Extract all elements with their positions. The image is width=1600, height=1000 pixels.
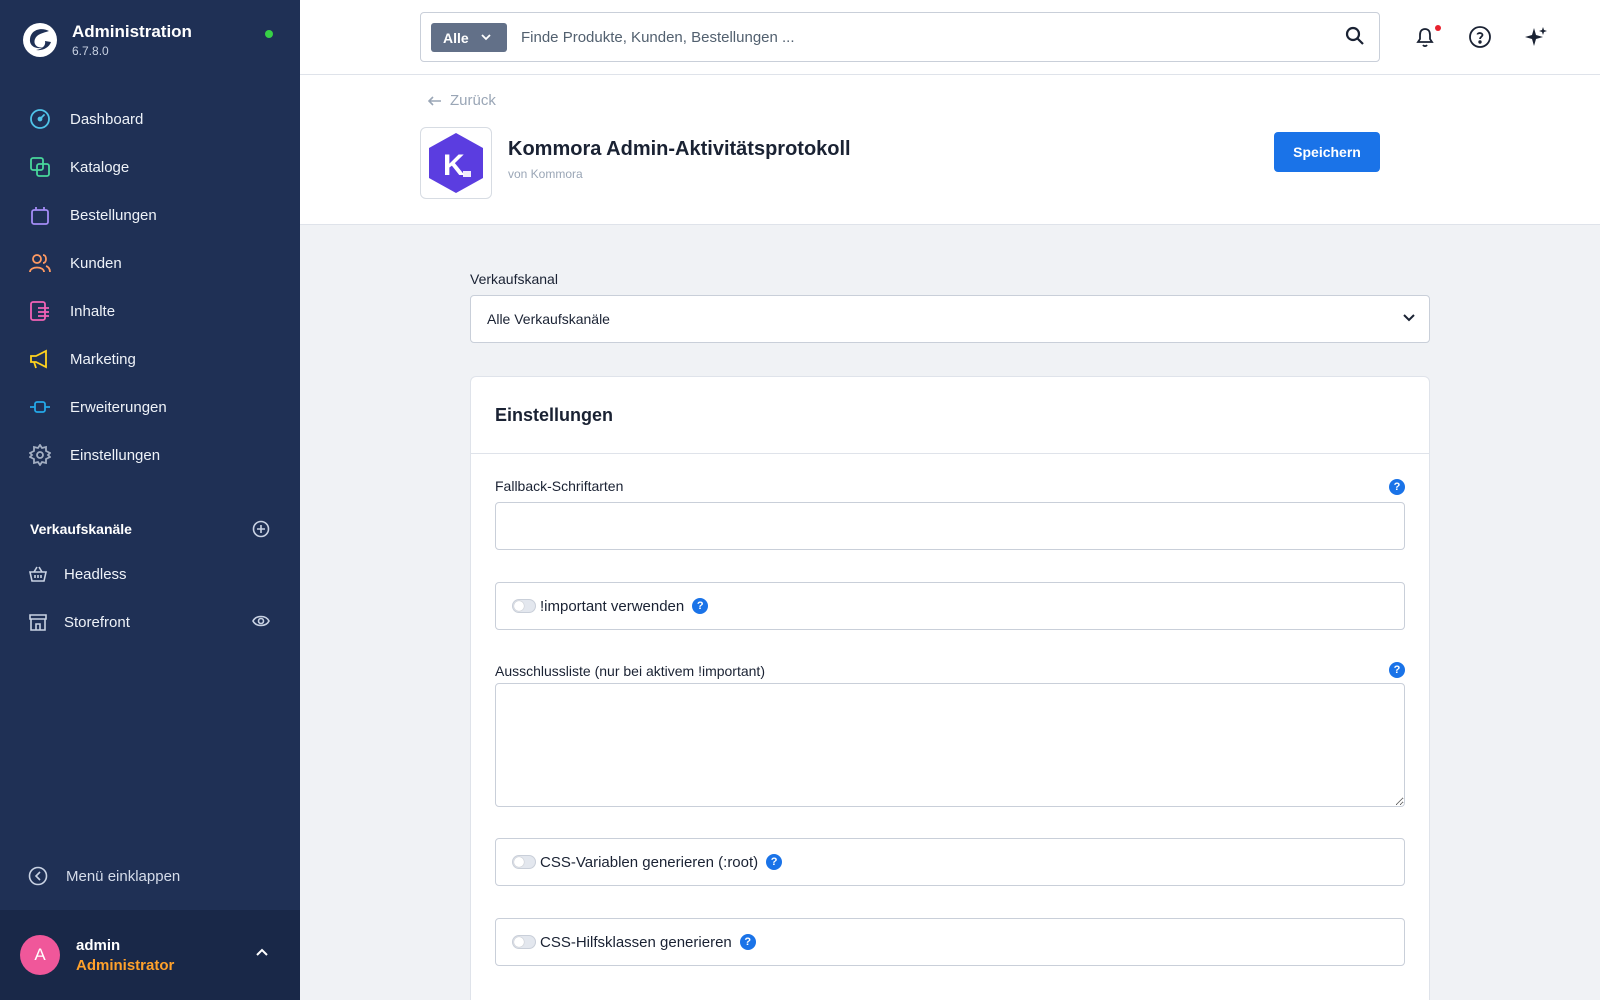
- search-icon[interactable]: [1345, 26, 1365, 46]
- sales-channel-label: Headless: [64, 565, 127, 583]
- sidebar-item-catalogs[interactable]: Kataloge: [0, 143, 300, 191]
- settings-card: Einstellungen Fallback-Schriftarten ? !i…: [470, 376, 1430, 1000]
- settings-content: Verkaufskanal Alle Verkaufskanäle Einste…: [470, 225, 1430, 1000]
- fallback-fonts-label: Fallback-Schriftarten: [495, 478, 624, 494]
- sidebar-item-content[interactable]: Inhalte: [0, 287, 300, 335]
- sales-channels-title: Verkaufskanäle: [30, 521, 132, 537]
- sales-channel-label: Storefront: [64, 613, 130, 631]
- sidebar-item-label: Einstellungen: [70, 446, 161, 464]
- exclusion-list-label: Ausschlussliste (nur bei aktivem !import…: [495, 663, 765, 679]
- extension-header: Zurück K Kommora Admin-Aktivitätsprotoko…: [300, 75, 1600, 225]
- sidebar-item-marketing[interactable]: Marketing: [0, 335, 300, 383]
- search-scope-label: Alle: [443, 29, 469, 46]
- extension-title: Kommora Admin-Aktivitätsprotokoll: [508, 138, 851, 160]
- sidebar: Administration 6.7.8.0 Dashboard Katalog…: [0, 0, 300, 1000]
- sidebar-item-label: Inhalte: [70, 302, 116, 320]
- chevron-up-icon[interactable]: [255, 947, 269, 957]
- extension-vendor: von Kommora: [508, 167, 583, 181]
- back-link[interactable]: Zurück: [428, 92, 496, 109]
- sales-channel-storefront[interactable]: Storefront: [0, 598, 300, 646]
- customers-icon: [28, 251, 52, 275]
- css-variables-toggle-row: CSS-Variablen generieren (:root) ?: [495, 838, 1405, 886]
- collapse-menu-button[interactable]: Menü einklappen: [28, 866, 180, 886]
- css-helpers-switch[interactable]: [512, 935, 536, 949]
- user-role: Administrator: [76, 957, 175, 974]
- sidebar-item-label: Bestellungen: [70, 206, 157, 224]
- sidebar-item-settings[interactable]: Einstellungen: [0, 431, 300, 479]
- ai-sparkle-icon[interactable]: [1524, 25, 1548, 49]
- storefront-icon: [29, 614, 47, 631]
- fallback-fonts-input[interactable]: [495, 502, 1405, 550]
- online-status-indicator: [265, 30, 273, 38]
- eye-icon[interactable]: [252, 614, 270, 628]
- help-circle-icon[interactable]: [1468, 25, 1492, 49]
- chevron-down-icon: [481, 34, 491, 41]
- megaphone-icon: [28, 347, 52, 371]
- css-variables-label: CSS-Variablen generieren (:root): [540, 853, 759, 871]
- app-title: Administration: [72, 22, 192, 41]
- add-circle-icon[interactable]: [252, 520, 270, 538]
- avatar: A: [20, 935, 60, 975]
- sidebar-item-customers[interactable]: Kunden: [0, 239, 300, 287]
- collapse-menu-label: Menü einklappen: [66, 867, 181, 885]
- chevron-left-circle-icon: [28, 866, 48, 886]
- search-scope-select[interactable]: Alle: [431, 23, 507, 52]
- app-version: 6.7.8.0: [72, 44, 109, 58]
- shopping-bag-icon: [28, 203, 52, 227]
- sidebar-item-label: Kataloge: [70, 158, 130, 176]
- help-icon[interactable]: ?: [1389, 662, 1405, 678]
- sidebar-item-extensions[interactable]: Erweiterungen: [0, 383, 300, 431]
- save-button[interactable]: Speichern: [1274, 132, 1380, 172]
- important-label: !important verwenden: [540, 597, 685, 615]
- help-icon[interactable]: ?: [766, 854, 783, 870]
- basket-icon: [29, 566, 47, 582]
- sidebar-item-label: Marketing: [70, 350, 136, 368]
- user-name: admin: [76, 937, 121, 954]
- css-helpers-label: CSS-Hilfsklassen generieren: [540, 933, 732, 951]
- css-helpers-toggle-row: CSS-Hilfsklassen generieren ?: [495, 918, 1405, 966]
- plug-icon: [28, 395, 52, 419]
- global-search: Alle: [420, 12, 1380, 62]
- shopware-logo-icon: [23, 23, 57, 57]
- sales-channel-list: Headless Storefront: [0, 550, 300, 646]
- brand[interactable]: Administration 6.7.8.0: [22, 22, 192, 58]
- exclusion-list-textarea[interactable]: [495, 683, 1405, 807]
- important-switch[interactable]: [512, 599, 536, 613]
- help-icon[interactable]: ?: [739, 934, 756, 950]
- sidebar-item-label: Dashboard: [70, 110, 144, 128]
- arrow-left-icon: [428, 95, 441, 106]
- help-icon[interactable]: ?: [692, 598, 709, 614]
- extension-logo: K: [420, 127, 492, 199]
- gear-icon: [28, 443, 52, 467]
- card-title: Einstellungen: [495, 404, 614, 425]
- svg-text:K: K: [443, 149, 465, 182]
- top-bar: Alle: [300, 0, 1600, 75]
- bell-icon[interactable]: [1413, 25, 1437, 49]
- chevron-down-icon: [1403, 314, 1415, 322]
- sales-channel-headless[interactable]: Headless: [0, 550, 300, 598]
- main-navigation: Dashboard Kataloge Bestellungen Kunden I…: [0, 95, 300, 479]
- important-toggle-row: !important verwenden ?: [495, 582, 1405, 630]
- user-menu[interactable]: A admin Administrator: [0, 910, 300, 1000]
- sales-channels-header: Verkaufskanäle: [30, 520, 270, 538]
- dashboard-gauge-icon: [28, 107, 52, 131]
- content-list-icon: [28, 299, 52, 323]
- search-input[interactable]: [521, 23, 1301, 52]
- css-variables-switch[interactable]: [512, 855, 536, 869]
- sidebar-item-label: Erweiterungen: [70, 398, 167, 416]
- back-label: Zurück: [450, 92, 496, 109]
- sales-channel-label: Verkaufskanal: [470, 271, 558, 287]
- notification-badge: [1435, 25, 1441, 31]
- catalog-stack-icon: [28, 155, 52, 179]
- sidebar-item-label: Kunden: [70, 254, 122, 272]
- help-icon[interactable]: ?: [1389, 479, 1405, 495]
- sales-channel-select[interactable]: Alle Verkaufskanäle: [470, 295, 1430, 343]
- sales-channel-value: Alle Verkaufskanäle: [487, 311, 610, 327]
- sidebar-item-orders[interactable]: Bestellungen: [0, 191, 300, 239]
- sidebar-item-dashboard[interactable]: Dashboard: [0, 95, 300, 143]
